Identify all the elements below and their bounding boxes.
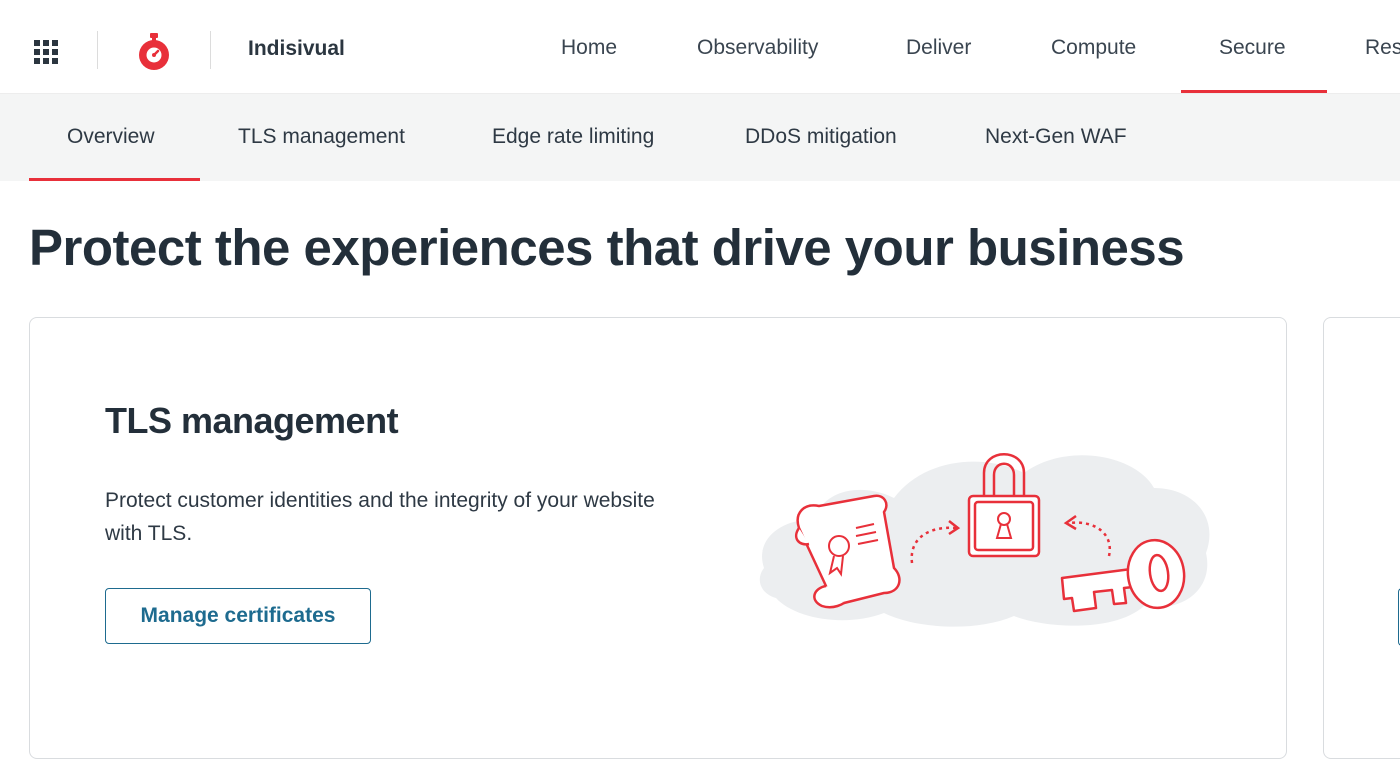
nav-home[interactable]: Home [561,36,617,60]
tab-edge-rate-limiting[interactable]: Edge rate limiting [492,125,654,149]
manage-certificates-button[interactable]: Manage certificates [105,588,371,644]
stopwatch-logo-icon[interactable] [135,31,173,71]
divider [97,31,98,69]
certificate-lock-key-illustration [744,428,1214,638]
nav-resources[interactable]: Res [1365,36,1400,60]
tab-active-indicator [29,178,200,181]
sub-navigation: Overview TLS management Edge rate limiti… [0,94,1400,181]
nav-observability[interactable]: Observability [697,36,818,60]
tab-tls-management[interactable]: TLS management [238,125,405,149]
nav-secure[interactable]: Secure [1219,36,1286,60]
top-navigation: Indisivual Home Observability Deliver Co… [0,6,1400,94]
next-card-peek [1323,317,1400,759]
card-title: TLS management [105,400,399,441]
nav-active-indicator [1181,90,1327,93]
page-title: Protect the experiences that drive your … [29,219,1185,276]
brand-name[interactable]: Indisivual [248,37,345,61]
card-description: Protect customer identities and the inte… [105,489,655,545]
nav-compute[interactable]: Compute [1051,36,1136,60]
nav-deliver[interactable]: Deliver [906,36,971,60]
divider [210,31,211,69]
tab-next-gen-waf[interactable]: Next-Gen WAF [985,125,1127,149]
tab-overview[interactable]: Overview [67,125,155,149]
app-grid-icon[interactable] [34,40,58,64]
tls-management-card: TLS management Protect customer identiti… [29,317,1287,759]
tab-ddos-mitigation[interactable]: DDoS mitigation [745,125,897,149]
